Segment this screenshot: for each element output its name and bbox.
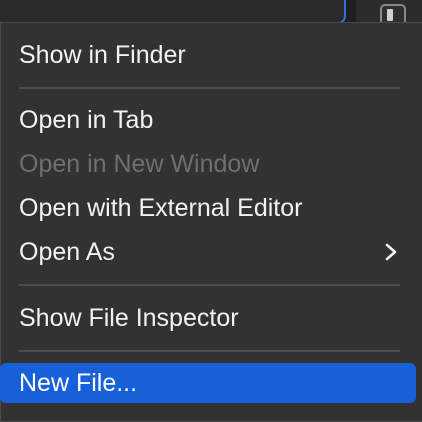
menu-item-label: New File... [19,368,138,397]
menu-separator [19,87,400,89]
menu-separator [19,284,400,286]
menu-item-show-file-inspector[interactable]: Show File Inspector [0,298,416,338]
chevron-right-icon [384,242,398,262]
menu-item-show-in-finder[interactable]: Show in Finder [0,35,416,75]
context-menu: Show in Finder Open in Tab Open in New W… [0,22,422,422]
focused-field-background [0,0,346,24]
menu-item-label: Open with External Editor [19,193,303,222]
menu-item-open-in-new-window: Open in New Window [0,144,416,184]
menu-item-new-file[interactable]: New File... [0,363,416,403]
menu-item-open-in-tab[interactable]: Open in Tab [0,100,416,140]
menu-item-label: Open in New Window [19,149,260,178]
menu-item-label: Open As [19,237,115,266]
menu-separator [19,350,400,352]
menu-item-open-with-external-editor[interactable]: Open with External Editor [0,188,416,228]
menu-item-open-as[interactable]: Open As [0,232,416,272]
menu-item-label: Show in Finder [19,40,186,69]
menu-item-label: Show File Inspector [19,303,239,332]
menu-item-label: Open in Tab [19,105,154,134]
